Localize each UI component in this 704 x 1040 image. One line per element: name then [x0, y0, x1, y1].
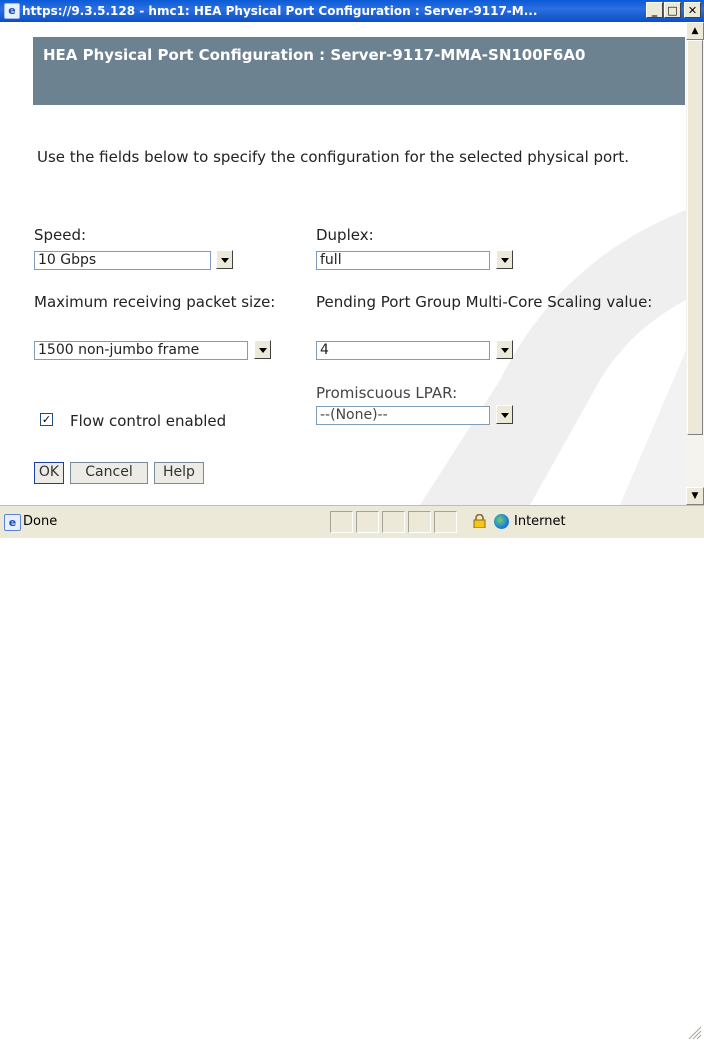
intro-text: Use the fields below to specify the conf…: [37, 148, 630, 166]
promiscuous-lpar-dropdown-button[interactable]: [496, 405, 513, 424]
max-packet-dropdown-button[interactable]: [254, 340, 271, 359]
minimize-button[interactable]: _: [646, 2, 663, 18]
speed-label: Speed:: [34, 226, 87, 244]
flow-control-checkbox[interactable]: ✓: [40, 413, 53, 426]
max-packet-label: Maximum receiving packet size:: [34, 293, 276, 311]
status-pane: [356, 511, 379, 533]
lock-icon: [473, 514, 486, 528]
promiscuous-lpar-label: Promiscuous LPAR:: [316, 384, 458, 402]
pending-scaling-dropdown-button[interactable]: [496, 340, 513, 359]
dialog-header: HEA Physical Port Configuration : Server…: [33, 37, 685, 105]
help-button[interactable]: Help: [154, 462, 204, 484]
flow-control-label: Flow control enabled: [70, 412, 227, 430]
status-pane: [408, 511, 431, 533]
promiscuous-lpar-select[interactable]: --(None)--: [316, 406, 490, 425]
ie-page-icon: e: [4, 3, 20, 19]
ie-page-icon: e: [4, 514, 21, 531]
speed-select[interactable]: 10 Gbps: [34, 251, 211, 270]
scroll-up-button[interactable]: ▲: [686, 22, 704, 40]
status-pane: [434, 511, 457, 533]
close-button[interactable]: ✕: [684, 2, 701, 18]
duplex-dropdown-button[interactable]: [496, 250, 513, 269]
ok-button[interactable]: OK: [34, 462, 64, 484]
status-text: Done: [23, 514, 58, 529]
window-title: https://9.3.5.128 - hmc1: HEA Physical P…: [22, 4, 538, 18]
pending-scaling-select[interactable]: 4: [316, 341, 490, 360]
status-bar: e Done Internet: [0, 505, 704, 1040]
maximize-button[interactable]: □: [664, 2, 681, 18]
cancel-button[interactable]: Cancel: [70, 462, 148, 484]
scroll-down-button[interactable]: ▼: [686, 487, 704, 505]
resize-grip-icon[interactable]: [686, 1024, 702, 1040]
scroll-thumb[interactable]: [687, 40, 703, 435]
duplex-label: Duplex:: [316, 226, 374, 244]
max-packet-select[interactable]: 1500 non-jumbo frame: [34, 341, 248, 360]
status-pane: [382, 511, 405, 533]
duplex-select[interactable]: full: [316, 251, 490, 270]
globe-icon: [494, 514, 509, 529]
status-pane: [330, 511, 353, 533]
pending-scaling-label: Pending Port Group Multi-Core Scaling va…: [316, 293, 653, 311]
speed-dropdown-button[interactable]: [216, 250, 233, 269]
zone-text: Internet: [514, 514, 566, 529]
dialog-heading: HEA Physical Port Configuration : Server…: [43, 46, 586, 64]
window-titlebar[interactable]: e https://9.3.5.128 - hmc1: HEA Physical…: [0, 0, 704, 22]
